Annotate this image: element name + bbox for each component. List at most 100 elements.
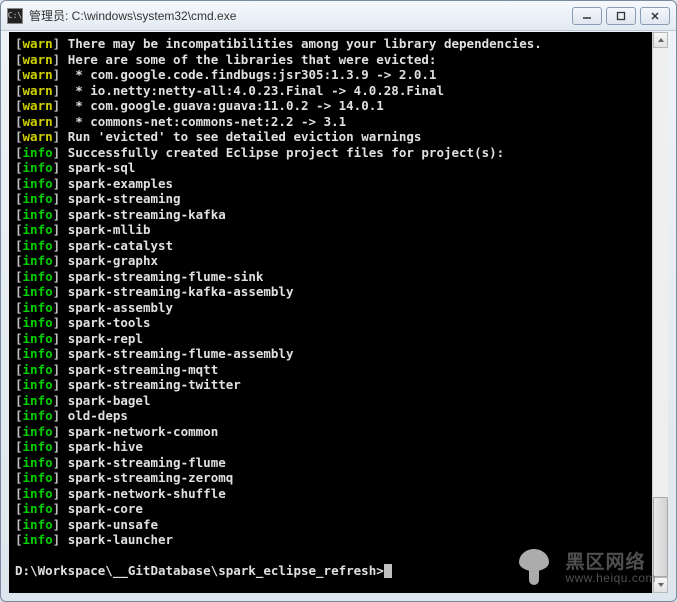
- scroll-down-button[interactable]: [653, 577, 668, 593]
- bracket-close: ]: [53, 222, 68, 237]
- terminal-line: [info] spark-network-shuffle: [15, 486, 662, 502]
- terminal-line: [warn] * com.google.guava:guava:11.0.2 -…: [15, 98, 662, 114]
- terminal-line: [info] old-deps: [15, 408, 662, 424]
- terminal-line: [info] spark-streaming-flume-sink: [15, 269, 662, 285]
- bracket-close: ]: [53, 191, 68, 206]
- log-level: warn: [23, 98, 53, 113]
- log-message: * com.google.code.findbugs:jsr305:1.3.9 …: [68, 67, 437, 82]
- log-level: info: [23, 176, 53, 191]
- log-level: info: [23, 222, 53, 237]
- log-message: spark-repl: [68, 331, 143, 346]
- log-level: warn: [23, 67, 53, 82]
- bracket-close: ]: [53, 501, 68, 516]
- bracket-close: ]: [53, 377, 68, 392]
- scroll-up-button[interactable]: [653, 32, 668, 48]
- bracket-close: ]: [53, 269, 68, 284]
- log-level: info: [23, 300, 53, 315]
- bracket-close: ]: [53, 393, 68, 408]
- bracket-close: ]: [53, 408, 68, 423]
- terminal-line: [info] spark-streaming-kafka: [15, 207, 662, 223]
- log-level: info: [23, 207, 53, 222]
- bracket-open: [: [15, 424, 23, 439]
- bracket-open: [: [15, 253, 23, 268]
- log-message: * io.netty:netty-all:4.0.23.Final -> 4.0…: [68, 83, 444, 98]
- log-message: spark-streaming-twitter: [68, 377, 241, 392]
- log-message: spark-network-common: [68, 424, 219, 439]
- maximize-button[interactable]: [606, 7, 636, 25]
- log-message: spark-streaming-zeromq: [68, 470, 234, 485]
- bracket-open: [: [15, 439, 23, 454]
- log-level: info: [23, 532, 53, 547]
- bracket-close: ]: [53, 455, 68, 470]
- log-message: Run 'evicted' to see detailed eviction w…: [68, 129, 422, 144]
- window-controls: [572, 7, 670, 25]
- bracket-open: [: [15, 470, 23, 485]
- bracket-open: [: [15, 532, 23, 547]
- log-message: spark-sql: [68, 160, 136, 175]
- terminal-line: [info] spark-streaming-flume: [15, 455, 662, 471]
- log-level: info: [23, 501, 53, 516]
- terminal-line: [info] spark-assembly: [15, 300, 662, 316]
- log-level: info: [23, 424, 53, 439]
- cursor: [384, 564, 392, 578]
- log-message: * commons-net:commons-net:2.2 -> 3.1: [68, 114, 346, 129]
- log-level: info: [23, 284, 53, 299]
- log-level: info: [23, 331, 53, 346]
- terminal-line: [info] spark-tools: [15, 315, 662, 331]
- terminal-line: [info] spark-streaming-kafka-assembly: [15, 284, 662, 300]
- bracket-close: ]: [53, 346, 68, 361]
- bracket-close: ]: [53, 129, 68, 144]
- bracket-open: [: [15, 207, 23, 222]
- bracket-close: ]: [53, 160, 68, 175]
- log-level: info: [23, 393, 53, 408]
- log-level: info: [23, 160, 53, 175]
- log-level: info: [23, 377, 53, 392]
- bracket-open: [: [15, 501, 23, 516]
- terminal-line: [warn] * io.netty:netty-all:4.0.23.Final…: [15, 83, 662, 99]
- terminal-line: [info] spark-repl: [15, 331, 662, 347]
- log-message: spark-assembly: [68, 300, 173, 315]
- scrollbar-vertical[interactable]: [652, 32, 668, 593]
- terminal-line: [info] spark-launcher: [15, 532, 662, 548]
- terminal-line: [info] spark-streaming-zeromq: [15, 470, 662, 486]
- log-level: warn: [23, 36, 53, 51]
- bracket-close: ]: [53, 424, 68, 439]
- bracket-open: [: [15, 83, 23, 98]
- log-message: spark-core: [68, 501, 143, 516]
- log-message: spark-streaming-mqtt: [68, 362, 219, 377]
- bracket-close: ]: [53, 300, 68, 315]
- minimize-button[interactable]: [572, 7, 602, 25]
- bracket-open: [: [15, 455, 23, 470]
- terminal-line: [info] Successfully created Eclipse proj…: [15, 145, 662, 161]
- bracket-close: ]: [53, 207, 68, 222]
- bracket-open: [: [15, 145, 23, 160]
- prompt-line[interactable]: D:\Workspace\__GitDatabase\spark_eclipse…: [15, 563, 662, 579]
- bracket-open: [: [15, 315, 23, 330]
- log-message: spark-network-shuffle: [68, 486, 226, 501]
- log-message: spark-mllib: [68, 222, 151, 237]
- terminal-line: [warn] * com.google.code.findbugs:jsr305…: [15, 67, 662, 83]
- terminal-line: [info] spark-network-common: [15, 424, 662, 440]
- log-level: info: [23, 191, 53, 206]
- bracket-open: [: [15, 377, 23, 392]
- log-message: spark-streaming: [68, 191, 181, 206]
- titlebar[interactable]: C:\ 管理员: C:\windows\system32\cmd.exe: [1, 1, 676, 31]
- bracket-close: ]: [53, 470, 68, 485]
- scrollbar-thumb[interactable]: [653, 497, 668, 577]
- terminal-output[interactable]: [warn] There may be incompatibilities am…: [9, 32, 668, 593]
- bracket-close: ]: [53, 145, 68, 160]
- log-level: info: [23, 145, 53, 160]
- bracket-close: ]: [53, 253, 68, 268]
- log-level: info: [23, 439, 53, 454]
- log-level: info: [23, 346, 53, 361]
- log-level: info: [23, 486, 53, 501]
- bracket-open: [: [15, 300, 23, 315]
- log-message: old-deps: [68, 408, 128, 423]
- log-level: info: [23, 315, 53, 330]
- bracket-close: ]: [53, 315, 68, 330]
- bracket-close: ]: [53, 114, 68, 129]
- terminal-line: [info] spark-examples: [15, 176, 662, 192]
- log-message: spark-streaming-flume: [68, 455, 226, 470]
- close-button[interactable]: [640, 7, 670, 25]
- bracket-close: ]: [53, 36, 68, 51]
